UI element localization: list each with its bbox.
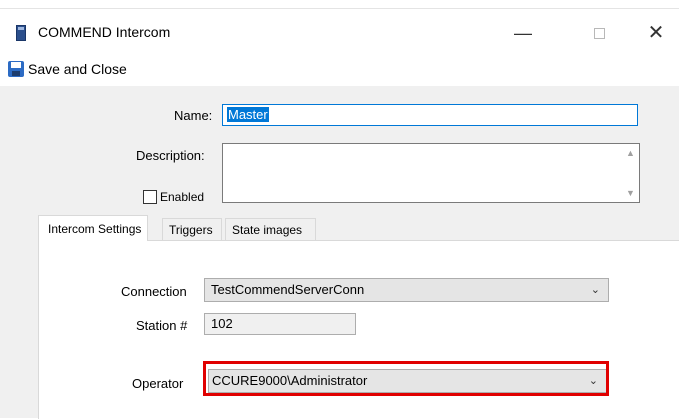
connection-select[interactable]: TestCommendServerConn ⌄ — [204, 278, 609, 302]
floppy-disk-icon — [8, 61, 24, 77]
enabled-checkbox[interactable] — [143, 190, 157, 204]
operator-label: Operator — [132, 376, 184, 391]
name-label: Name: — [174, 108, 213, 123]
tab-state-images[interactable]: State images — [225, 218, 316, 240]
save-and-close-label: Save and Close — [28, 61, 127, 77]
tab-triggers[interactable]: Triggers — [162, 218, 222, 240]
description-textarea[interactable]: ▲ ▼ — [222, 143, 640, 203]
scroll-up-icon[interactable]: ▲ — [622, 148, 639, 158]
close-button[interactable]: ✕ — [633, 19, 679, 47]
connection-label: Connection — [121, 284, 187, 299]
connection-value: TestCommendServerConn — [211, 282, 365, 297]
name-value: Master — [227, 107, 269, 122]
maximize-button[interactable] — [576, 19, 622, 47]
description-label: Description: — [136, 148, 205, 163]
station-label: Station # — [136, 318, 188, 333]
intercom-app-icon — [16, 25, 26, 41]
maximize-icon — [593, 28, 605, 40]
operator-highlight-box — [203, 361, 609, 396]
name-input[interactable]: Master — [222, 104, 638, 126]
description-scrollbar[interactable]: ▲ ▼ — [622, 144, 639, 202]
enabled-label: Enabled — [160, 190, 205, 204]
scroll-down-icon[interactable]: ▼ — [622, 188, 639, 198]
top-divider — [0, 8, 679, 9]
save-and-close-button[interactable]: Save and Close — [8, 58, 127, 80]
station-input[interactable]: 102 — [204, 313, 356, 335]
minimize-button[interactable]: — — [500, 19, 546, 47]
chevron-down-icon: ⌄ — [590, 284, 600, 296]
tab-intercom-settings[interactable]: Intercom Settings — [38, 215, 149, 241]
window-title: COMMEND Intercom — [38, 24, 171, 40]
